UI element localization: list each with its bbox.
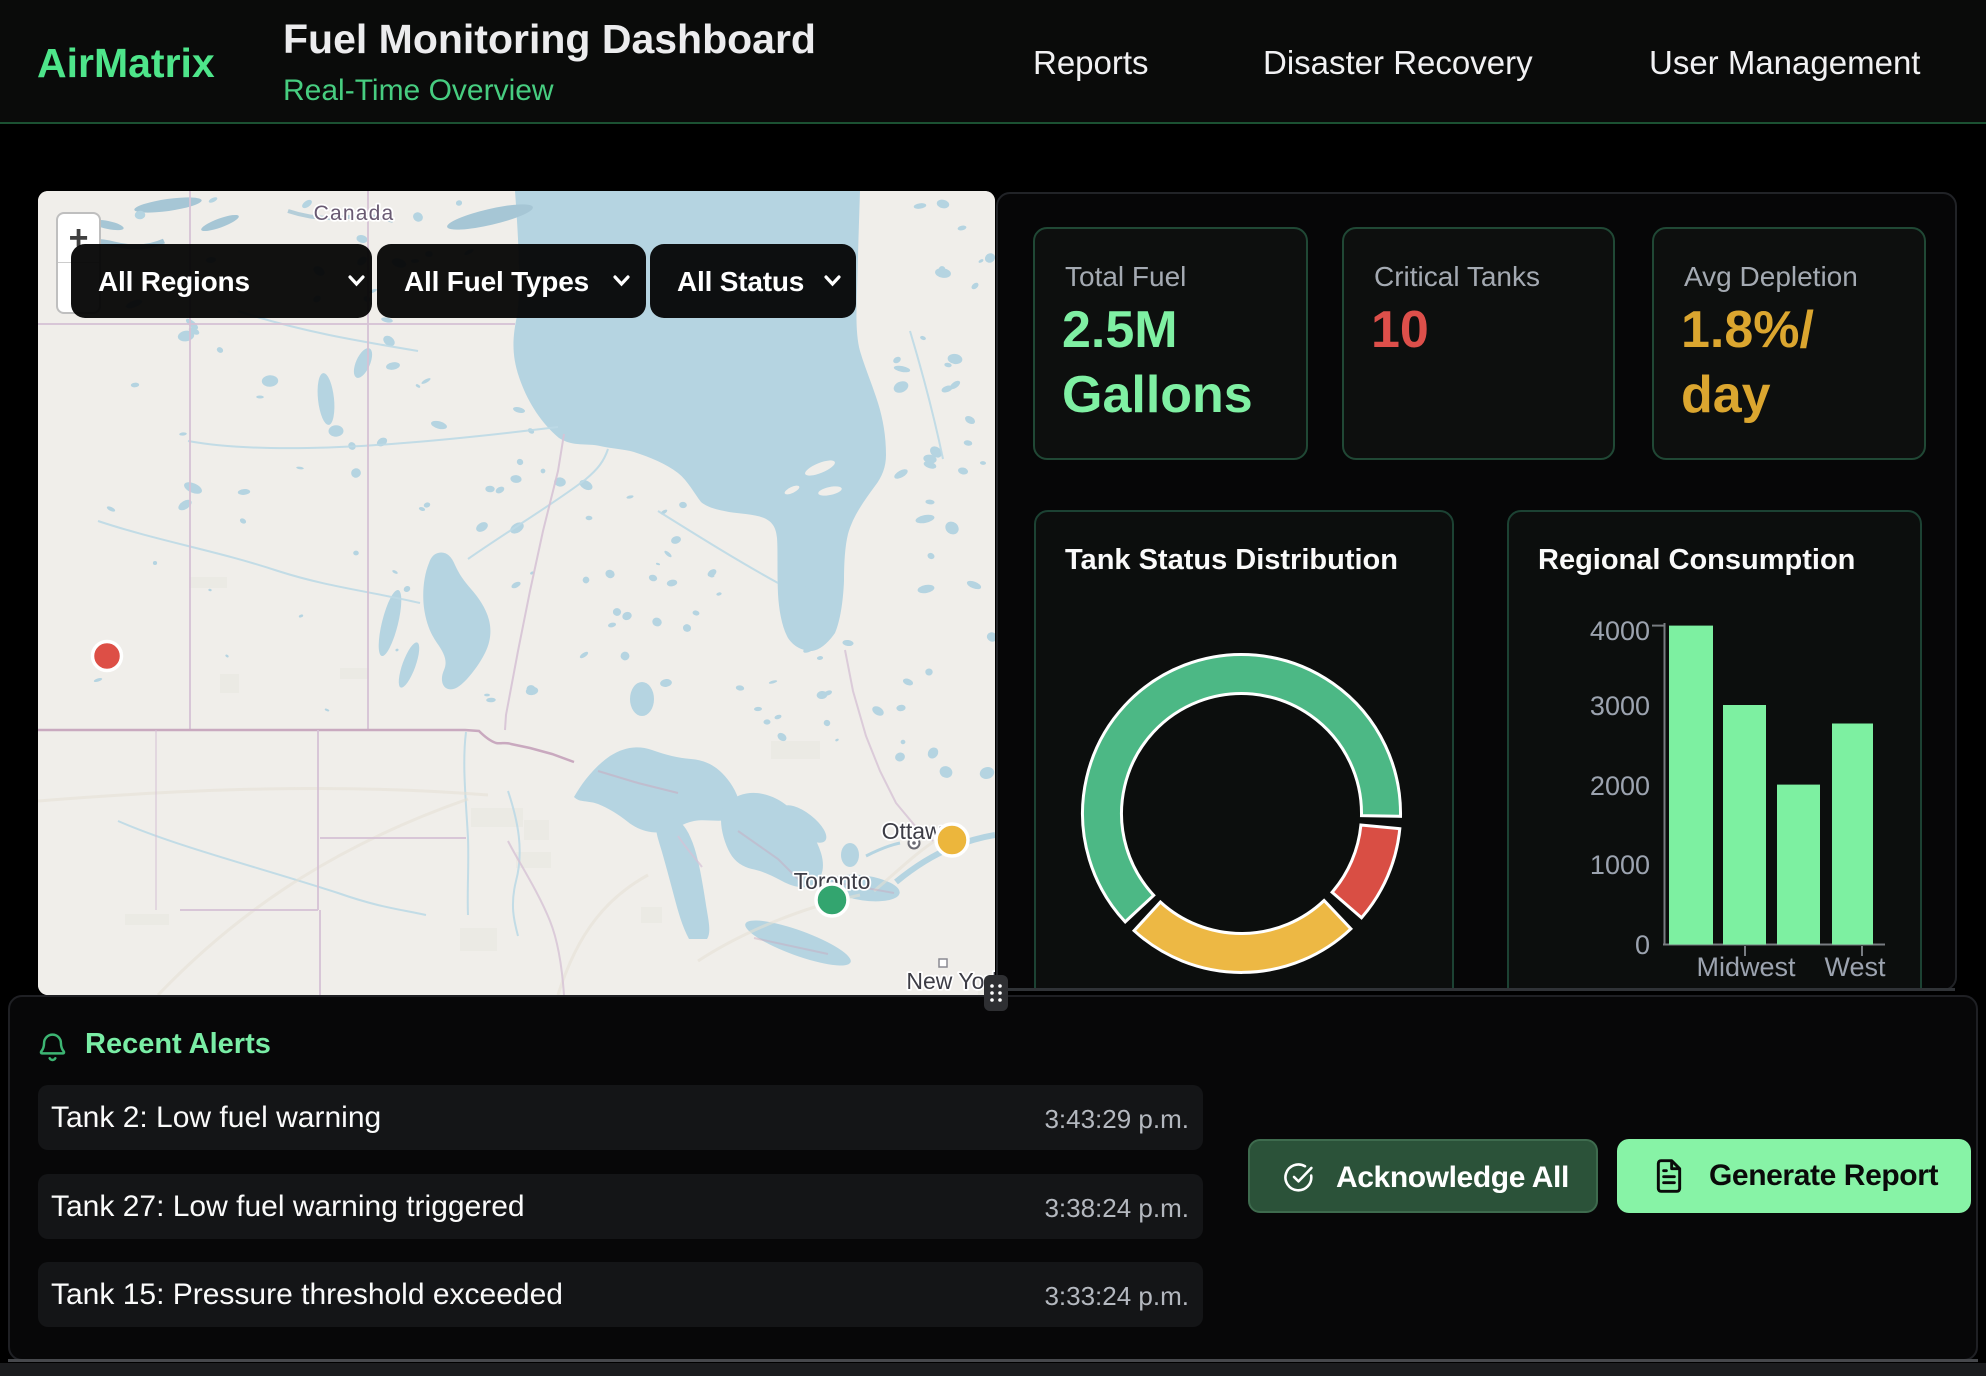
svg-text:2000: 2000: [1590, 771, 1650, 801]
svg-text:4000: 4000: [1590, 616, 1650, 646]
svg-text:Canada: Canada: [314, 202, 395, 225]
svg-text:0: 0: [1635, 930, 1650, 960]
svg-text:Midwest: Midwest: [1696, 952, 1796, 982]
svg-text:New York: New York: [906, 968, 995, 994]
svg-text:3000: 3000: [1590, 691, 1650, 721]
svg-text:1000: 1000: [1590, 850, 1650, 880]
svg-text:West: West: [1824, 952, 1886, 982]
